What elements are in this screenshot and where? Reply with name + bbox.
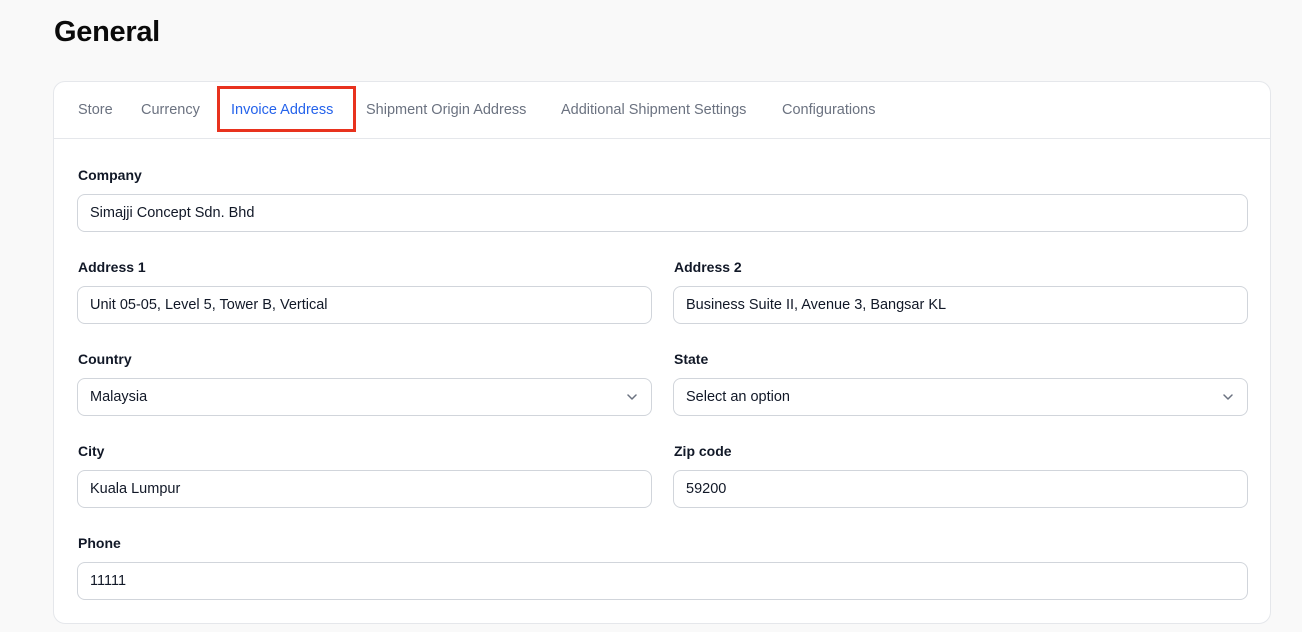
- country-label: Country: [78, 351, 132, 367]
- settings-card: Store Currency Invoice Address Shipment …: [53, 81, 1271, 624]
- page-title: General: [54, 16, 160, 48]
- tab-bar: Store Currency Invoice Address Shipment …: [54, 82, 1270, 139]
- state-label: State: [674, 351, 709, 367]
- zip-input[interactable]: [673, 470, 1248, 508]
- tab-store[interactable]: Store: [78, 82, 113, 139]
- address1-label: Address 1: [78, 259, 146, 275]
- tab-currency[interactable]: Currency: [141, 82, 200, 139]
- city-input[interactable]: [77, 470, 652, 508]
- address2-label: Address 2: [674, 259, 742, 275]
- country-select[interactable]: Malaysia: [77, 378, 652, 416]
- address2-input[interactable]: [673, 286, 1248, 324]
- chevron-down-icon: [1223, 394, 1233, 400]
- city-label: City: [78, 443, 105, 459]
- company-input[interactable]: [77, 194, 1248, 232]
- tab-shipment-origin-address[interactable]: Shipment Origin Address: [366, 82, 526, 139]
- chevron-down-icon: [627, 394, 637, 400]
- state-select[interactable]: Select an option: [673, 378, 1248, 416]
- company-label: Company: [78, 167, 142, 183]
- tab-configurations[interactable]: Configurations: [782, 82, 876, 139]
- zip-label: Zip code: [674, 443, 732, 459]
- phone-label: Phone: [78, 535, 121, 551]
- tab-additional-shipment-settings[interactable]: Additional Shipment Settings: [561, 82, 746, 139]
- phone-input[interactable]: [77, 562, 1248, 600]
- tab-invoice-address[interactable]: Invoice Address: [231, 82, 333, 139]
- state-select-value: Select an option: [686, 389, 790, 405]
- address1-input[interactable]: [77, 286, 652, 324]
- country-select-value: Malaysia: [90, 389, 148, 405]
